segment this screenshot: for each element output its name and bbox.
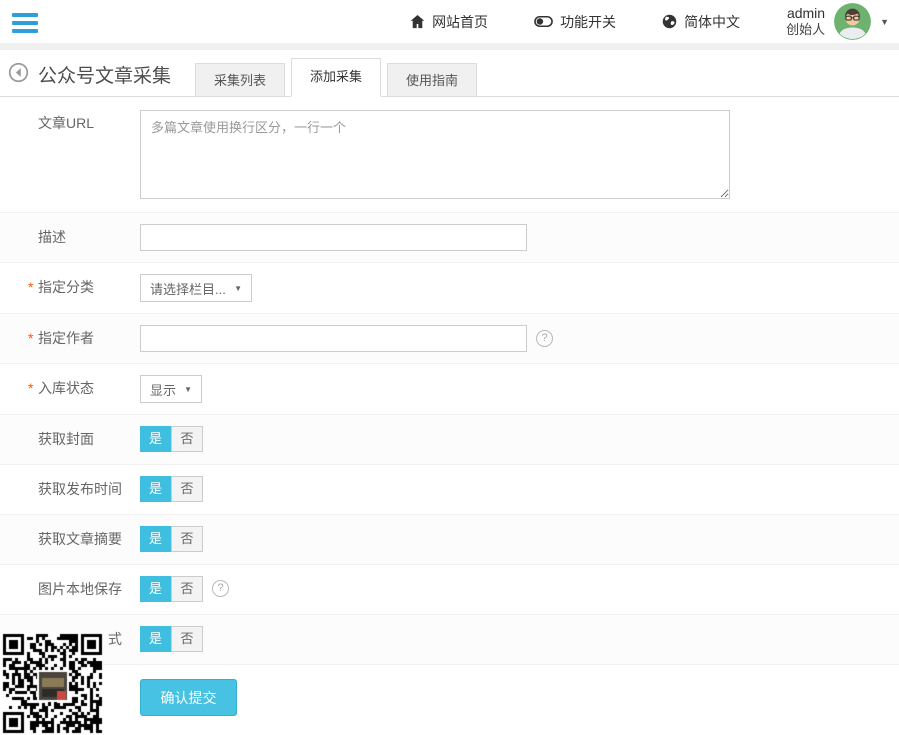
chevron-down-icon: ▼ [184, 385, 192, 394]
page-title: 公众号文章采集 [38, 61, 171, 88]
category-select[interactable]: 请选择栏目... ▼ [140, 274, 252, 302]
get-cover-toggle: 是 否 [140, 426, 203, 452]
form-row-save-images-locally: 图片本地保存 是 否 ? [0, 565, 899, 615]
back-icon[interactable] [8, 62, 29, 83]
toggle-no-button[interactable]: 否 [171, 426, 203, 452]
form-row-article-url: 文章URL [0, 97, 899, 213]
chevron-down-icon: ▼ [234, 284, 242, 293]
tab-bar: 采集列表 添加采集 使用指南 [195, 58, 483, 97]
toggle-no-button[interactable]: 否 [171, 626, 203, 652]
field-label: *指定作者 [0, 325, 140, 352]
form-row-storage-status: *入库状态 显示 ▼ [0, 364, 899, 415]
description-input[interactable] [140, 224, 527, 251]
field-label: 描述 [0, 224, 140, 251]
mode-toggle: 是 否 [140, 626, 203, 652]
toggle-no-button[interactable]: 否 [171, 526, 203, 552]
toggle-yes-button[interactable]: 是 [140, 476, 171, 502]
field-label: 获取发布时间 [0, 476, 140, 503]
help-icon[interactable]: ? [212, 580, 229, 597]
nav-item-label: 网站首页 [432, 12, 488, 32]
help-icon[interactable]: ? [536, 330, 553, 347]
field-label: 获取封面 [0, 426, 140, 453]
globe-icon [662, 14, 677, 29]
nav-item-language[interactable]: 简体中文 [662, 12, 740, 32]
collect-form: 文章URL 描述 *指定分类 请选择栏目... ▼ *指定作者 [0, 97, 899, 735]
field-label: 图片本地保存 [0, 576, 140, 603]
home-icon [410, 14, 425, 29]
navbar-right: 网站首页 功能开关 简体中文 admin 创始人 ▼ [410, 3, 889, 40]
toggle-yes-button[interactable]: 是 [140, 526, 171, 552]
user-name: admin [786, 5, 825, 23]
tab-usage-guide[interactable]: 使用指南 [387, 63, 477, 97]
field-label: 文章URL [0, 110, 140, 199]
toggle-yes-button[interactable]: 是 [140, 426, 171, 452]
nav-item-label: 功能开关 [560, 12, 616, 32]
hamburger-menu-icon[interactable] [12, 13, 38, 33]
article-url-textarea[interactable] [140, 110, 730, 199]
form-row-category: *指定分类 请选择栏目... ▼ [0, 263, 899, 314]
save-images-toggle: 是 否 [140, 576, 203, 602]
form-row-get-publish-time: 获取发布时间 是 否 [0, 465, 899, 515]
toggle-no-button[interactable]: 否 [171, 476, 203, 502]
storage-status-value: 显示 [150, 380, 176, 399]
user-menu[interactable]: admin 创始人 [786, 5, 825, 39]
top-navbar: 网站首页 功能开关 简体中文 admin 创始人 ▼ [0, 0, 899, 43]
get-publish-time-toggle: 是 否 [140, 476, 203, 502]
form-row-author: *指定作者 ? [0, 314, 899, 364]
field-label: 获取文章摘要 [0, 526, 140, 553]
submit-button[interactable]: 确认提交 [140, 679, 237, 716]
form-row-get-cover: 获取封面 是 否 [0, 415, 899, 465]
qr-code-image [2, 633, 103, 734]
avatar[interactable] [834, 3, 871, 40]
field-label: *入库状态 [0, 375, 140, 403]
nav-item-home[interactable]: 网站首页 [410, 12, 488, 32]
user-role: 创始人 [786, 22, 825, 38]
field-label: *指定分类 [0, 274, 140, 302]
main-panel: 公众号文章采集 采集列表 添加采集 使用指南 文章URL 描述 *指定分类 [0, 50, 899, 735]
form-row-mode: 式 是 否 [0, 615, 899, 665]
get-summary-toggle: 是 否 [140, 526, 203, 552]
page-header: 公众号文章采集 采集列表 添加采集 使用指南 [0, 50, 899, 97]
storage-status-select[interactable]: 显示 ▼ [140, 375, 202, 403]
nav-item-feature-switch[interactable]: 功能开关 [534, 12, 616, 32]
category-select-value: 请选择栏目... [150, 279, 226, 298]
toggle-yes-button[interactable]: 是 [140, 626, 171, 652]
form-row-description: 描述 [0, 213, 899, 263]
toggle-yes-button[interactable]: 是 [140, 576, 171, 602]
nav-item-label: 简体中文 [684, 12, 740, 32]
form-row-submit: 确认提交 [0, 665, 899, 735]
toggle-icon [534, 15, 553, 28]
tab-add-collect[interactable]: 添加采集 [291, 58, 381, 97]
user-dropdown-caret-icon[interactable]: ▼ [880, 17, 889, 27]
author-input[interactable] [140, 325, 527, 352]
tab-collect-list[interactable]: 采集列表 [195, 63, 285, 97]
toggle-no-button[interactable]: 否 [171, 576, 203, 602]
form-row-get-summary: 获取文章摘要 是 否 [0, 515, 899, 565]
